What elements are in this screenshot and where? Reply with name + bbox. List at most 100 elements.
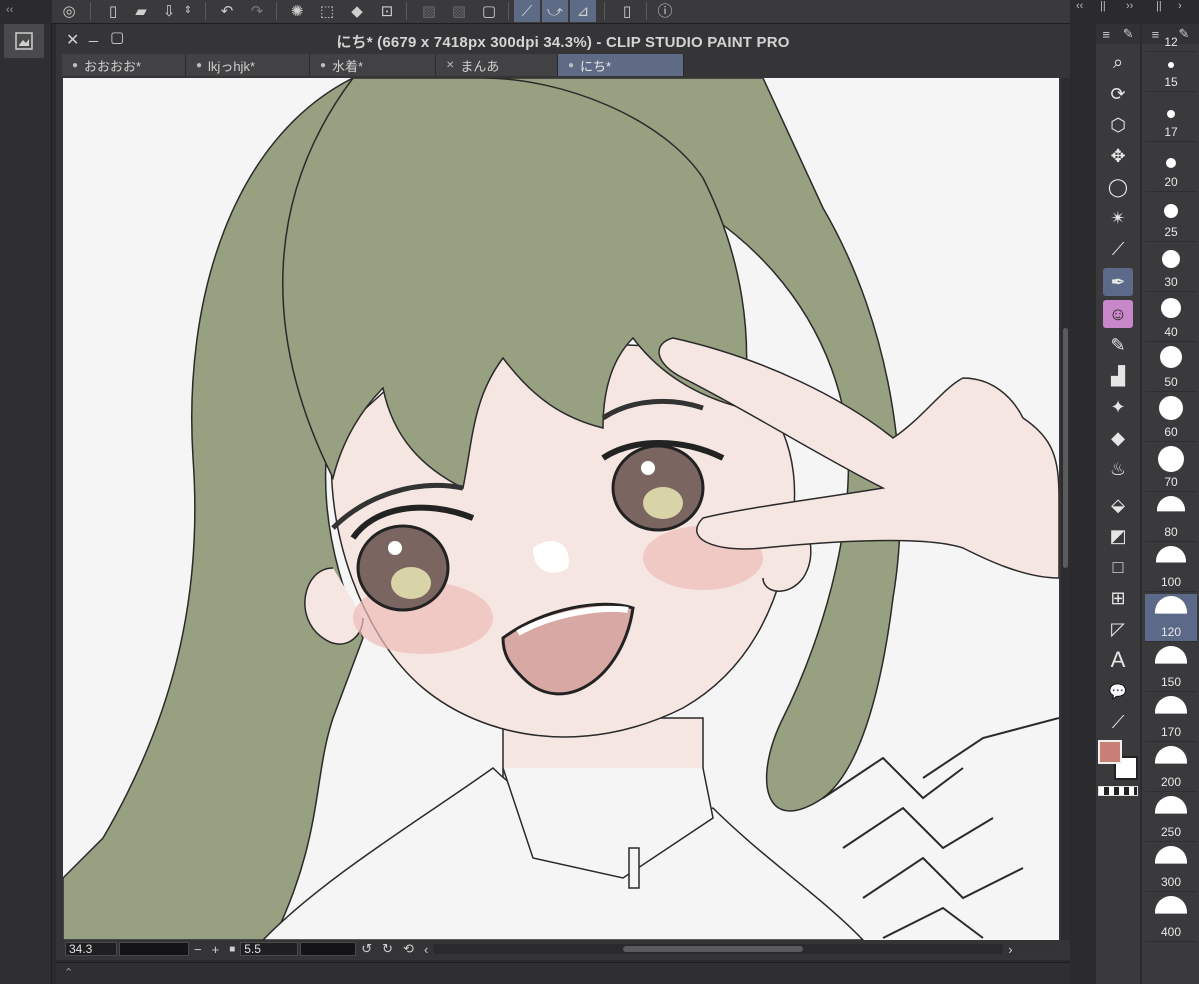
tab-document-5[interactable]: ● にち* [558,54,684,76]
text-icon[interactable]: A [1103,646,1133,674]
navigator-icon[interactable] [4,24,44,58]
new-file-icon[interactable]: ▯ [100,0,126,22]
magic-wand-icon[interactable]: ✴ [1103,204,1133,232]
brush-size-25[interactable]: 25 [1145,194,1197,242]
snap-special-icon[interactable]: ⤻ [542,0,568,22]
save-icon[interactable]: ⇩ [156,0,182,22]
ruler-icon[interactable]: ◸ [1103,615,1133,643]
ruler-grid-icon[interactable]: ▨ [416,0,442,22]
zoom-input[interactable]: 34.3 [65,942,117,956]
redo-icon[interactable]: ↷ [244,0,270,22]
app-logo-icon[interactable]: ◎ [56,0,82,22]
brush-preview-icon [1160,346,1182,368]
blend-icon[interactable]: ♨ [1103,455,1133,483]
brush-size-400[interactable]: 400 [1145,894,1197,942]
object-icon[interactable]: ⬡ [1103,111,1133,139]
vertical-scroll-thumb[interactable] [1063,328,1068,568]
horizontal-scroll-thumb[interactable] [623,946,804,952]
pen-tab-icon[interactable]: ✎ [1123,26,1134,42]
undo-icon[interactable]: ↶ [214,0,240,22]
transparent-color-swatch[interactable] [1098,786,1138,796]
scroll-left-icon[interactable]: ‹ [424,942,428,957]
brush-size-100[interactable]: 100 [1145,544,1197,592]
brush-preview-icon [1168,62,1174,68]
help-icon[interactable]: ⓘ [652,0,678,22]
brush-icon[interactable]: ✎ [1103,331,1133,359]
tab-document-1[interactable]: ● おおおお* [62,54,186,76]
collapse-icon[interactable]: ‹‹ [1076,0,1083,12]
brush-size-70[interactable]: 70 [1145,444,1197,492]
snap-ruler-icon[interactable]: ⟋ [514,0,540,22]
zoom-out-button[interactable]: − [194,942,202,957]
eyedropper-icon[interactable]: ⟋ [1103,235,1133,263]
chevron-updown-icon[interactable]: ⇕ [180,0,196,22]
brush-size-80[interactable]: 80 [1145,494,1197,542]
horizontal-scrollbar[interactable] [433,944,1004,954]
brush-size-300[interactable]: 300 [1145,844,1197,892]
brush-size-20[interactable]: 20 [1145,144,1197,192]
brush-size-30[interactable]: 30 [1145,244,1197,292]
brush-size-170[interactable]: 170 [1145,694,1197,742]
tab-close-icon[interactable]: ✕ [446,60,454,71]
brush-size-input[interactable]: 5.5 [240,942,299,956]
zoom-icon[interactable]: ⌕ [1103,48,1133,76]
rect-icon[interactable]: ▢ [476,0,502,22]
pencil-icon[interactable]: ☺ [1103,300,1133,328]
decoration-icon[interactable]: ✦ [1103,393,1133,421]
pen-icon[interactable]: ✒ [1103,268,1133,296]
menu-icon[interactable]: ≡ [1102,27,1110,42]
drawing-canvas[interactable] [63,78,1059,940]
grip-icon[interactable]: || [1156,0,1162,12]
brush-size-150[interactable]: 150 [1145,644,1197,692]
grip-icon[interactable]: || [1100,0,1106,12]
move-icon[interactable]: ✥ [1103,142,1133,170]
smartphone-icon[interactable]: ▯ [614,0,640,22]
tab-modified-icon: ● [196,59,203,71]
gradient-icon[interactable]: ◩ [1103,522,1133,550]
open-folder-icon[interactable]: ▰ [128,0,154,22]
brush-size-15[interactable]: 15 [1145,44,1197,92]
zoom-slider[interactable] [119,942,189,956]
brush-size-120[interactable]: 120 [1145,594,1197,642]
vertical-scrollbar[interactable] [1061,78,1070,940]
rotate-icon[interactable]: ⟳ [1103,80,1133,108]
rotation-slider[interactable] [300,942,357,956]
brush-size-50[interactable]: 50 [1145,344,1197,392]
balloon-icon[interactable]: 💬 [1103,677,1133,705]
expand-icon[interactable]: ›› [1126,0,1133,12]
clear-selection-icon[interactable]: ⬚ [314,0,340,22]
brush-size-200[interactable]: 200 [1145,744,1197,792]
brush-size-label: 120 [1160,625,1182,639]
brush-size-17[interactable]: 17 [1145,94,1197,142]
scroll-right-icon[interactable]: › [1008,942,1012,957]
fill-icon[interactable]: ⬙ [1103,491,1133,519]
brush-size-60[interactable]: 60 [1145,394,1197,442]
tab-label: まんあ [460,58,500,74]
zoom-in-button[interactable]: + [212,942,220,957]
loading-icon[interactable]: ✺ [284,0,310,22]
expand-up-icon[interactable]: ⌃ [64,966,73,979]
fill-icon[interactable]: ◆ [344,0,370,22]
airbrush-icon[interactable]: ▟ [1103,362,1133,390]
tab-document-2[interactable]: ● lkjっhjk* [186,54,310,76]
frame-icon[interactable]: ⊞ [1103,584,1133,612]
transform-icon[interactable]: ⊡ [374,0,400,22]
tab-document-3[interactable]: ● 水着* [310,54,436,76]
brush-size-label: 20 [1164,175,1178,189]
correct-line-icon[interactable]: ⟋ [1103,708,1133,736]
ruler-hatch-icon[interactable]: ▧ [446,0,472,22]
brush-size-250[interactable]: 250 [1145,794,1197,842]
collapse-left-icon[interactable]: ‹‹ [0,0,52,24]
reset-rotation-icon[interactable]: ⟲ [403,941,414,957]
rotate-right-icon[interactable]: ↻ [382,941,393,957]
fit-icon[interactable]: ■ [229,944,235,955]
snap-grid-icon[interactable]: ⊿ [570,0,596,22]
figure-icon[interactable]: □ [1103,553,1133,581]
lasso-icon[interactable]: ◯ [1103,173,1133,201]
rotate-left-icon[interactable]: ↺ [361,941,372,957]
chevron-right-icon[interactable]: › [1178,0,1182,12]
eraser-icon[interactable]: ◆ [1103,424,1133,452]
main-color-swatch[interactable] [1098,740,1122,764]
tab-document-4[interactable]: ✕ まんあ [436,54,558,76]
brush-size-40[interactable]: 40 [1145,294,1197,342]
